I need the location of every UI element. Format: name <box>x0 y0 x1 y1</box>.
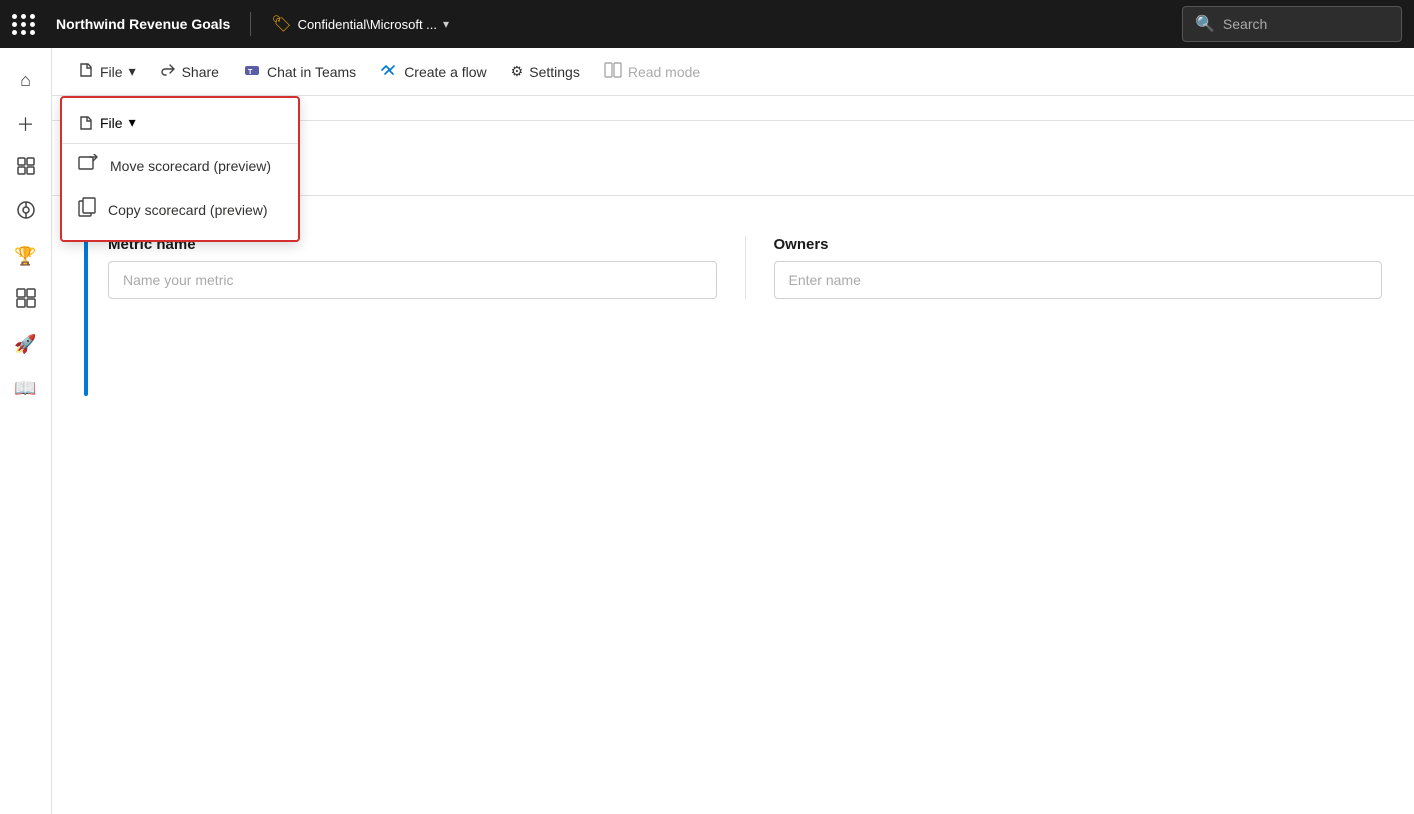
file-dropdown: File ▾ Move scorecard (preview) <box>60 96 300 242</box>
metric-name-col: Metric name <box>108 236 717 299</box>
move-icon <box>78 154 98 177</box>
file-chevron-icon: ▾ <box>129 63 136 80</box>
share-label: Share <box>182 64 219 80</box>
metric-form: Metric name Owners <box>108 236 1382 396</box>
dataflows-icon <box>16 200 36 225</box>
file-dropdown-file-icon <box>78 115 94 131</box>
create-icon: ＋ <box>17 111 35 137</box>
copy-scorecard-label: Copy scorecard (preview) <box>108 202 268 218</box>
move-scorecard-item[interactable]: Move scorecard (preview) <box>62 144 298 187</box>
sidebar-item-deploy[interactable]: 🚀 <box>6 324 46 364</box>
learn-icon: 📖 <box>14 378 36 399</box>
copy-scorecard-item[interactable]: Copy scorecard (preview) <box>62 187 298 232</box>
sidebar-item-create[interactable]: ＋ <box>6 104 46 144</box>
sidebar-item-metrics[interactable]: 🏆 <box>6 236 46 276</box>
search-input[interactable] <box>1223 16 1383 32</box>
file-button[interactable]: File ▾ <box>68 56 146 87</box>
sidebar-item-home[interactable]: ⌂ <box>6 60 46 100</box>
sidebar-item-apps[interactable] <box>6 280 46 320</box>
sidebar-item-learn[interactable]: 📖 <box>6 368 46 408</box>
file-dropdown-chevron-icon: ▾ <box>129 114 136 131</box>
tag-chevron-icon[interactable]: ▾ <box>443 17 449 31</box>
metrics-icon: 🏆 <box>14 246 36 267</box>
metric-name-input[interactable] <box>108 261 717 299</box>
apps-icon <box>16 288 36 313</box>
settings-label: Settings <box>529 64 580 80</box>
teams-icon: T <box>243 61 261 82</box>
metric-area: Metric name Owners <box>84 236 1382 396</box>
file-icon <box>78 62 94 81</box>
create-flow-button[interactable]: Create a flow <box>370 55 496 88</box>
owners-label: Owners <box>774 236 1383 253</box>
copy-icon <box>78 197 96 222</box>
app-launcher-icon[interactable] <box>12 14 36 35</box>
read-mode-icon <box>604 62 622 81</box>
chat-teams-label: Chat in Teams <box>267 64 356 80</box>
topbar-divider <box>250 12 251 36</box>
tag-icon: 🏷 <box>271 14 291 34</box>
sidebar-item-dataflows[interactable] <box>6 192 46 232</box>
settings-icon: ⚙ <box>511 63 524 80</box>
owners-input[interactable] <box>774 261 1383 299</box>
tag-text: Confidential\Microsoft ... <box>298 17 437 32</box>
owners-col: Owners <box>774 236 1383 299</box>
main-layout: ⌂ ＋ <box>0 48 1414 814</box>
sidebar: ⌂ ＋ <box>0 48 52 814</box>
deploy-icon: 🚀 <box>14 334 36 355</box>
content-area: File ▾ Share T Chat in Teams <box>52 48 1414 814</box>
share-button[interactable]: Share <box>150 56 229 87</box>
settings-button[interactable]: ⚙ Settings <box>501 57 590 86</box>
move-scorecard-label: Move scorecard (preview) <box>110 158 271 174</box>
sensitivity-tag[interactable]: 🏷 Confidential\Microsoft ... ▾ <box>271 14 449 34</box>
home-icon: ⌂ <box>20 70 31 91</box>
metric-columns: Metric name Owners <box>108 236 1382 299</box>
toolbar: File ▾ Share T Chat in Teams <box>52 48 1414 96</box>
app-title: Northwind Revenue Goals <box>56 16 230 32</box>
create-flow-label: Create a flow <box>404 64 486 80</box>
metric-accent-bar <box>84 236 88 396</box>
search-icon: 🔍 <box>1195 14 1215 34</box>
file-dropdown-file-label: File <box>100 115 123 131</box>
svg-text:T: T <box>248 69 253 76</box>
sidebar-item-browse[interactable] <box>6 148 46 188</box>
read-mode-label: Read mode <box>628 64 700 80</box>
col-divider <box>745 236 746 299</box>
share-icon <box>160 62 176 81</box>
file-label: File <box>100 64 123 80</box>
search-box[interactable]: 🔍 <box>1182 6 1402 42</box>
topbar: Northwind Revenue Goals 🏷 Confidential\M… <box>0 0 1414 48</box>
read-mode-button[interactable]: Read mode <box>594 56 710 87</box>
chat-teams-button[interactable]: T Chat in Teams <box>233 55 366 88</box>
flow-icon <box>380 61 398 82</box>
browse-icon <box>17 157 35 180</box>
